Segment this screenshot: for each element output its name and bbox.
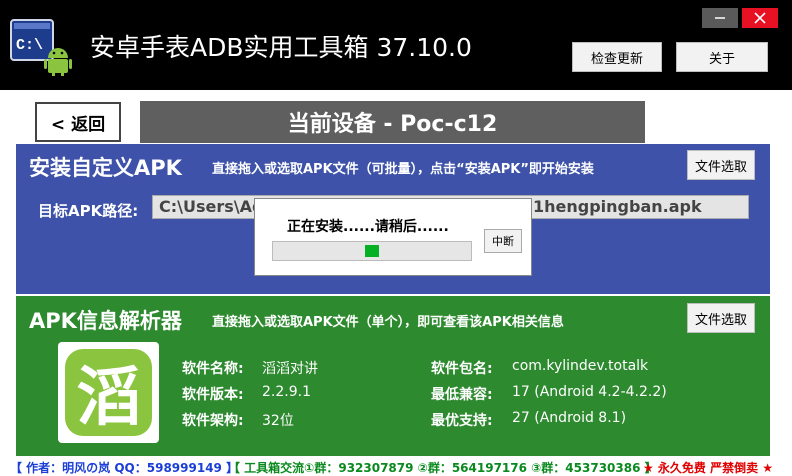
title-bar: C:\ 安卓手表ADB实用工具箱 37.10.0 检查更新 关于 bbox=[0, 0, 792, 90]
app-arch-value: 32位 bbox=[262, 413, 294, 429]
footer-bar: 【 作者：明风の岚 QQ：598999149 】 【 工具箱交流①群：93230… bbox=[0, 456, 792, 475]
path-label: 目标APK路径: bbox=[38, 202, 139, 220]
progress-bar-fill bbox=[365, 245, 379, 257]
close-icon bbox=[754, 12, 766, 24]
install-progress-dialog: 正在安装......请稍后...... 中断 bbox=[254, 198, 532, 276]
footer-groups: 【 工具箱交流①群：932307879 ②群：564197176 ③群：4537… bbox=[228, 461, 657, 475]
app-title: 安卓手表ADB实用工具箱 37.10.0 bbox=[90, 33, 472, 62]
app-name-value: 滔滔对讲 bbox=[262, 361, 318, 377]
progress-message: 正在安装......请稍后...... bbox=[287, 219, 449, 235]
minimize-icon bbox=[715, 17, 725, 19]
cancel-install-button[interactable]: 中断 bbox=[484, 229, 522, 253]
install-panel-title: 安装自定义APK bbox=[29, 156, 182, 180]
info-label: 最低兼容: bbox=[431, 387, 493, 403]
back-button[interactable]: < 返回 bbox=[35, 102, 121, 142]
current-device-title: 当前设备 - Poc-c12 bbox=[140, 101, 645, 143]
app-glyph-icon: 滔 bbox=[58, 342, 159, 443]
app-version-value: 2.2.9.1 bbox=[262, 384, 311, 400]
apk-parser-panel: APK信息解析器 直接拖入或选取APK文件（单个），即可查看该APK相关信息 文… bbox=[16, 296, 770, 456]
svg-text:C:\: C:\ bbox=[16, 37, 43, 54]
parser-panel-title: APK信息解析器 bbox=[29, 309, 182, 333]
min-sdk-value: 17 (Android 4.2-4.2.2) bbox=[512, 384, 667, 400]
package-name-value: com.kylindev.totalk bbox=[512, 358, 649, 374]
progress-bar bbox=[272, 241, 472, 261]
info-label: 软件名称: bbox=[182, 361, 244, 377]
about-button[interactable]: 关于 bbox=[676, 42, 768, 72]
info-label: 软件包名: bbox=[431, 361, 493, 377]
minimize-button[interactable] bbox=[702, 8, 738, 28]
info-label: 软件架构: bbox=[182, 413, 244, 429]
install-file-select-button[interactable]: 文件选取 bbox=[687, 150, 755, 180]
info-label: 软件版本: bbox=[182, 387, 244, 403]
terminal-android-icon: C:\ bbox=[8, 18, 72, 77]
install-hint: 直接拖入或选取APK文件（可批量），点击“安装APK”即开始安装 bbox=[212, 162, 594, 177]
apk-path-value-start: C:\Users\Ad bbox=[159, 197, 264, 216]
app-glyph: 滔 bbox=[77, 361, 141, 435]
check-update-button[interactable]: 检查更新 bbox=[572, 42, 662, 72]
parser-file-select-button[interactable]: 文件选取 bbox=[687, 303, 755, 333]
parser-hint: 直接拖入或选取APK文件（单个），即可查看该APK相关信息 bbox=[212, 315, 564, 330]
target-sdk-value: 27 (Android 8.1) bbox=[512, 410, 627, 426]
info-label: 最优支持: bbox=[431, 413, 493, 429]
apk-path-value-end: 1hengpingban.apk bbox=[533, 197, 702, 216]
footer-notice: ★ 永久免费 严禁倒卖 ★ bbox=[643, 461, 774, 475]
footer-author: 【 作者：明风の岚 QQ：598999149 】 bbox=[10, 461, 239, 475]
close-button[interactable] bbox=[742, 8, 778, 28]
